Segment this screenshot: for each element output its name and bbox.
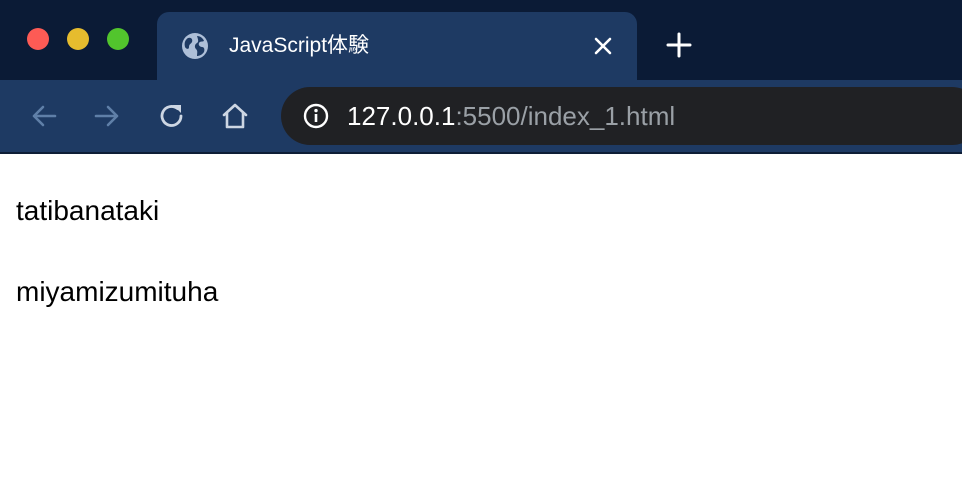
tab-strip: JavaScript体験: [0, 0, 962, 80]
browser-window: JavaScript体験 127.0.0.1:5500/index_1.html…: [0, 0, 962, 500]
url-text[interactable]: 127.0.0.1:5500/index_1.html: [347, 101, 675, 131]
url-path: :5500/index_1.html: [455, 101, 676, 131]
reload-icon[interactable]: [156, 100, 188, 132]
globe-icon: [182, 33, 208, 59]
browser-toolbar: 127.0.0.1:5500/index_1.html: [0, 80, 962, 152]
window-close-button[interactable]: [27, 28, 49, 50]
window-zoom-button[interactable]: [107, 28, 129, 50]
close-icon[interactable]: [591, 34, 615, 58]
home-icon[interactable]: [219, 100, 251, 132]
arrow-left-icon[interactable]: [28, 100, 60, 132]
paragraph-2: miyamizumituha: [16, 276, 219, 307]
tab-title: JavaScript体験: [229, 34, 370, 57]
info-icon[interactable]: [303, 103, 329, 129]
arrow-right-icon[interactable]: [91, 100, 123, 132]
url-host: 127.0.0.1: [347, 101, 456, 131]
plus-icon[interactable]: [664, 30, 694, 60]
paragraph-1: tatibanataki: [16, 195, 160, 226]
page-content: tatibanataki miyamizumituha: [0, 154, 962, 500]
tab-active[interactable]: JavaScript体験: [157, 12, 637, 80]
address-bar[interactable]: 127.0.0.1:5500/index_1.html: [281, 87, 962, 145]
window-minimize-button[interactable]: [67, 28, 89, 50]
